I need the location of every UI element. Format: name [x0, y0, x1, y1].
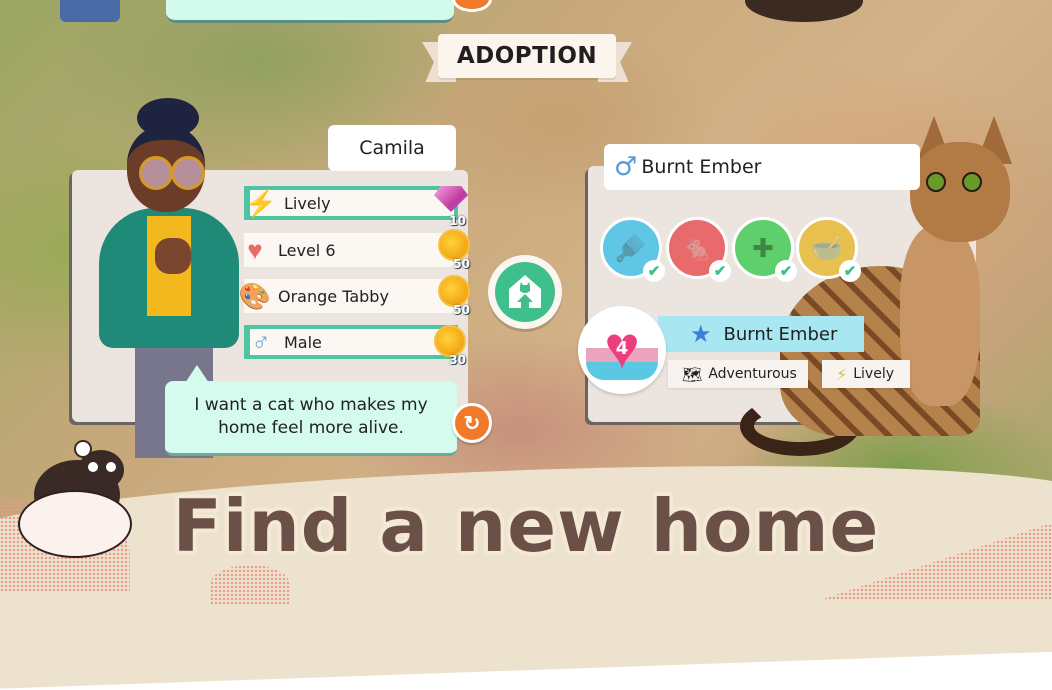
palette-icon: 🎨 — [238, 280, 272, 311]
cat-name: Burnt Ember — [641, 156, 762, 178]
banner-title: ADOPTION — [438, 34, 616, 78]
headline: Find a new home — [172, 484, 880, 568]
need-badge: 🐁 ✔ — [666, 217, 731, 282]
cat-name-bar: ♂ Burnt Ember — [604, 144, 920, 190]
first-aid-kit-icon: ✚ — [752, 232, 774, 263]
reward-amount: 10 — [449, 214, 466, 228]
trait-reward: 10 — [434, 186, 468, 228]
owner-name: Camila — [328, 125, 456, 171]
cat-title-name: Burnt Ember — [723, 323, 838, 345]
lightning-icon: ⚡ — [836, 364, 848, 384]
map-icon: 🗺 — [682, 364, 703, 384]
trait-label: Orange Tabby — [278, 286, 389, 306]
heart-icon: 4 — [600, 326, 644, 370]
trait-label: Level 6 — [278, 240, 336, 260]
trait-reward: 50 — [438, 275, 472, 317]
adoption-banner: ADOPTION — [422, 34, 632, 86]
food-bowl-icon: 🥣 — [810, 232, 844, 263]
checkmark-icon: ✔ — [839, 260, 861, 282]
checkmark-icon: ✔ — [709, 260, 731, 282]
personality-tag: 🗺 Adventurous — [668, 360, 808, 388]
male-icon: ♂ — [614, 152, 638, 182]
owner-quote: I want a cat who makes my home feel more… — [194, 395, 428, 438]
trait-reward: 50 — [438, 229, 472, 271]
trait-row: ♥ Level 6 50 — [244, 229, 470, 271]
checkmark-icon: ✔ — [643, 260, 665, 282]
trait-row: ⚡ Lively 10 — [244, 186, 468, 228]
brush-icon: 🪮 — [614, 232, 648, 263]
need-badge: 🪮 ✔ — [600, 217, 665, 282]
star-icon: ★ — [690, 320, 712, 348]
trait-row: 🎨 Orange Tabby 50 — [239, 275, 470, 317]
halftone-pattern — [210, 565, 290, 605]
reward-amount: 50 — [453, 257, 470, 271]
lightning-icon: ⚡ — [244, 187, 278, 218]
reward-amount: 50 — [453, 303, 470, 317]
personality-label: Lively — [853, 366, 894, 382]
adopt-button[interactable] — [488, 255, 562, 329]
heart-icon: ♥ — [247, 234, 263, 265]
owner-speech-bubble: I want a cat who makes my home feel more… — [165, 365, 457, 456]
bond-level-badge: 4 — [578, 306, 666, 394]
male-icon: ♂ — [251, 326, 271, 357]
bond-level: 4 — [615, 337, 629, 359]
cat-house-icon — [495, 262, 555, 322]
refresh-icon: ↻ — [463, 412, 481, 435]
trait-reward: 30 — [434, 325, 468, 367]
trait-label: Male — [284, 332, 322, 352]
previous-character-leg — [60, 0, 120, 22]
gem-icon — [434, 186, 468, 212]
checkmark-icon: ✔ — [775, 260, 797, 282]
reward-amount: 30 — [449, 353, 466, 367]
personality-tag: ⚡ Lively — [822, 360, 910, 388]
refresh-request-button[interactable]: ↻ — [452, 403, 492, 443]
need-badge: ✚ ✔ — [732, 217, 797, 282]
game-logo-cat — [14, 440, 132, 560]
need-badge: 🥣 ✔ — [796, 217, 861, 282]
previous-speech-bubble — [166, 0, 454, 23]
personality-label: Adventurous — [708, 366, 797, 382]
trait-row: ♂ Male 30 — [244, 325, 466, 367]
toy-mouse-icon: 🐁 — [680, 232, 714, 263]
trait-label: Lively — [284, 193, 331, 213]
cat-title-bar: ★ Burnt Ember — [658, 316, 864, 352]
